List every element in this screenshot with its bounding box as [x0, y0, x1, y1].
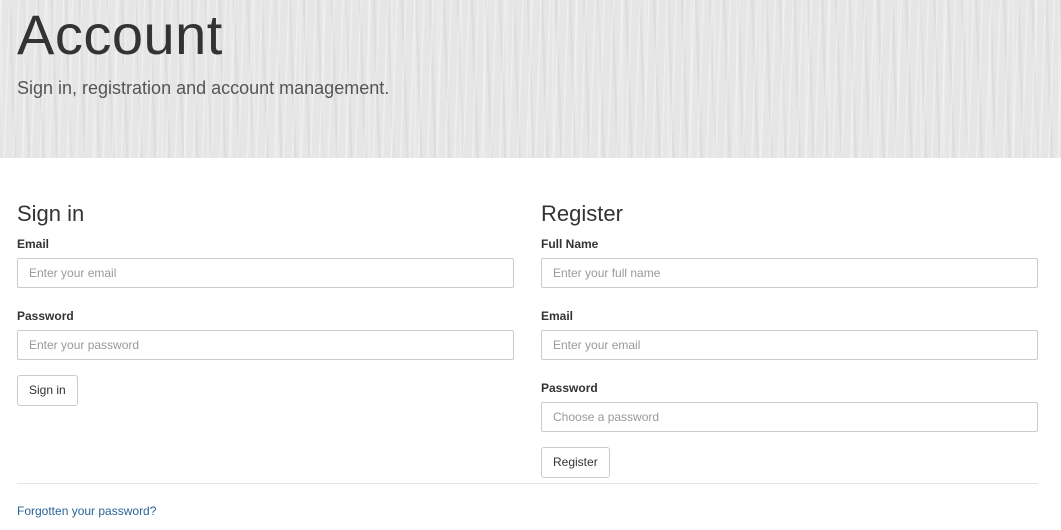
register-password-input[interactable]	[541, 402, 1038, 432]
register-email-input[interactable]	[541, 330, 1038, 360]
register-section: Register Full Name Email Password Regist…	[541, 200, 1038, 478]
signin-heading: Sign in	[17, 201, 85, 226]
signin-button[interactable]: Sign in	[17, 375, 78, 406]
page-title: Account	[17, 3, 223, 66]
page-header-banner: Account Sign in, registration and accoun…	[0, 0, 1061, 158]
signin-email-input[interactable]	[17, 258, 514, 288]
signin-password-label: Password	[17, 309, 74, 323]
register-fullname-label: Full Name	[541, 237, 599, 251]
register-email-label: Email	[541, 309, 574, 323]
register-heading: Register	[541, 201, 623, 226]
register-fullname-input[interactable]	[541, 258, 1038, 288]
forgot-password-link[interactable]: Forgotten your password?	[17, 503, 156, 519]
signin-password-input[interactable]	[17, 330, 514, 360]
section-divider	[17, 483, 1038, 484]
register-password-label: Password	[541, 381, 598, 395]
register-button[interactable]: Register	[541, 447, 610, 478]
page-subtitle: Sign in, registration and account manage…	[17, 78, 390, 98]
signin-section: Sign in Email Password Sign in	[17, 200, 514, 406]
signin-email-label: Email	[17, 237, 50, 251]
